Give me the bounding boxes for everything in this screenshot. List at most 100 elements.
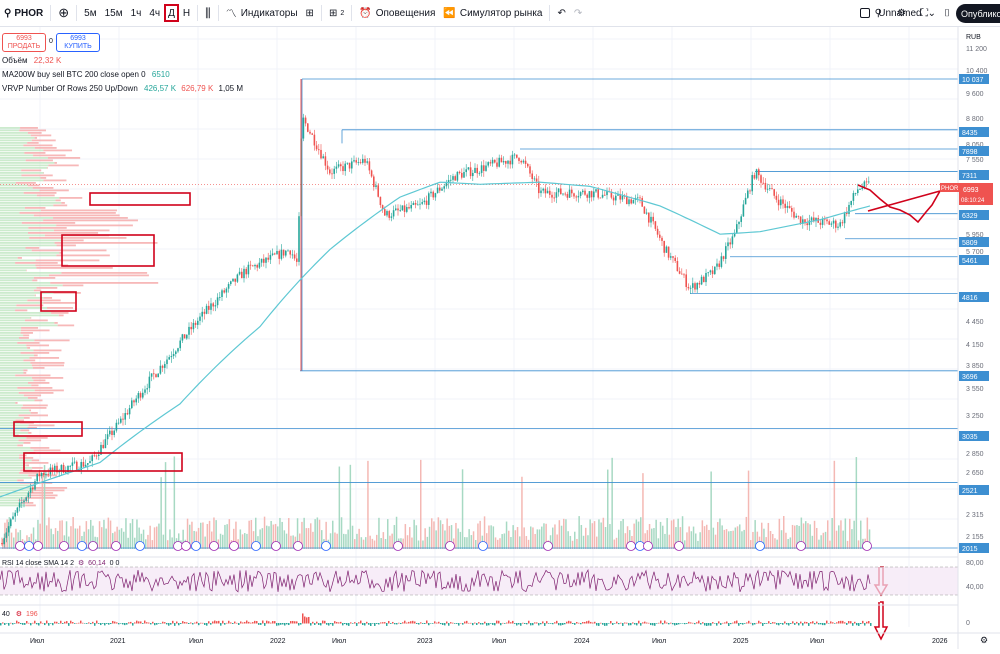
- oscillator-bar: [280, 623, 282, 625]
- oscillator-bar: [650, 623, 652, 625]
- volume-bar: [860, 521, 862, 549]
- volume-bar: [603, 518, 605, 549]
- oscillator-bar: [340, 622, 342, 624]
- volume-bar: [55, 528, 57, 549]
- level-price-label: 4816: [962, 295, 978, 302]
- indicators-button[interactable]: 〽 Индикаторы: [222, 2, 302, 24]
- vrvp-up-bar: [0, 247, 26, 249]
- oscillator-bar: [620, 623, 622, 624]
- oscillator-bar: [414, 621, 416, 623]
- vrvp-down-bar: [27, 142, 38, 144]
- timeframe-15m[interactable]: 15м: [101, 2, 127, 24]
- volume-bar: [807, 523, 809, 549]
- volume-bar: [262, 528, 264, 549]
- vrvp-up-bar: [0, 207, 25, 209]
- alerts-button[interactable]: ⏰ Оповещения: [355, 2, 439, 24]
- candle-body: [833, 221, 835, 224]
- price-scale[interactable]: RUB11 20010 4009 6008 8008 0507 5506 550…: [940, 27, 1000, 649]
- price-tick-label: 9 600: [966, 91, 984, 98]
- oscillator-bar: [336, 622, 338, 624]
- volume-bar: [103, 520, 105, 549]
- time-tick-label: 2024: [574, 638, 590, 645]
- oscillator-bar: [184, 622, 186, 624]
- timeframe-week[interactable]: Н: [179, 2, 194, 24]
- vrvp-up-bar: [0, 342, 17, 344]
- volume-legend[interactable]: Объём 22,32 K: [2, 56, 61, 65]
- rsi-legend[interactable]: RSI 14 close SMA 14 2 ⚙ 60,14 0 0: [2, 559, 119, 567]
- quick-search-button[interactable]: ⚲: [871, 2, 886, 24]
- fullscreen-button[interactable]: ⛶: [917, 2, 932, 24]
- vrvp-up-bar: [0, 242, 55, 244]
- publish-button[interactable]: Опубликовать: [956, 4, 1000, 23]
- candle-body: [699, 283, 701, 285]
- vrvp-up-bar: [0, 185, 28, 187]
- chart-area[interactable]: RUB11 20010 4009 6008 8008 0507 5506 550…: [0, 27, 1000, 649]
- time-scale[interactable]: Июл2021Июл2022Июл2023Июл2024Июл2025Июл20…: [0, 633, 1000, 645]
- volume-bar: [378, 518, 380, 549]
- earnings-marker-icon: [627, 542, 636, 551]
- candle-body: [732, 236, 734, 244]
- oscillator-bar: [770, 623, 772, 624]
- buy-button[interactable]: 6993 КУПИТЬ: [56, 33, 100, 52]
- oscillator-bar: [660, 621, 662, 624]
- oscillator-bar: [368, 623, 370, 625]
- oscillator-bar: [570, 621, 572, 623]
- vrvp-legend[interactable]: VRVP Number Of Rows 250 Up/Down 426,57 K…: [2, 84, 243, 93]
- oscillator-bar: [760, 622, 762, 623]
- volume-bar: [499, 538, 501, 549]
- timeframe-day[interactable]: Д: [164, 4, 179, 22]
- time-scale-settings-icon: ⚙: [980, 635, 988, 645]
- timeframe-5m[interactable]: 5м: [80, 2, 100, 24]
- oscillator-bar: [354, 622, 356, 623]
- candle-body: [107, 434, 109, 439]
- symbol-search-button[interactable]: ⚲ PHOR: [0, 2, 47, 24]
- oscillator-legend[interactable]: 40 ⚙ 196: [2, 610, 38, 618]
- oscillator-bar: [652, 623, 654, 625]
- chart-type-button[interactable]: ⫼: [201, 2, 215, 24]
- oscillator-bar: [116, 622, 118, 623]
- oscillator-bar: [704, 623, 706, 625]
- ma-legend[interactable]: MA200W buy sell BTC 200 close open 0 651…: [2, 70, 170, 79]
- vrvp-up-bar: [0, 442, 24, 444]
- vrvp-up-bar: [0, 460, 32, 462]
- candle-body: [307, 123, 309, 131]
- oscillator-bar: [212, 621, 214, 623]
- layouts-button[interactable]: ⊞ 2: [325, 2, 348, 24]
- oscillator-bar: [716, 623, 718, 626]
- price-tick-label: 2 650: [966, 470, 984, 477]
- vrvp-down-bar: [26, 345, 49, 347]
- snapshot-button[interactable]: ⌷: [940, 2, 954, 24]
- oscillator-bar: [42, 623, 44, 624]
- timeframe-4h[interactable]: 4ч: [145, 2, 164, 24]
- vrvp-up-bar: [0, 165, 48, 167]
- templates-button[interactable]: ⊞: [302, 2, 318, 24]
- oscillator-bar: [864, 623, 866, 626]
- vrvp-up-bar: [0, 222, 22, 224]
- chart-canvas[interactable]: RUB11 20010 4009 6008 8008 0507 5506 550…: [0, 27, 1000, 649]
- compare-button[interactable]: ⊕: [54, 2, 73, 24]
- timeframe-1h[interactable]: 1ч: [127, 2, 146, 24]
- candle-body: [331, 173, 333, 174]
- candle-body: [250, 265, 252, 266]
- oscillator-bar: [6, 623, 8, 624]
- sell-button[interactable]: 6993 ПРОДАТЬ: [2, 33, 46, 52]
- redo-button[interactable]: ↷: [570, 2, 586, 24]
- vrvp-down-bar: [33, 367, 45, 369]
- candle-body: [228, 284, 230, 289]
- oscillator-bar: [752, 623, 754, 625]
- oscillator-bar: [296, 621, 298, 623]
- oscillator-bar: [244, 622, 246, 624]
- vrvp-down-bar: [57, 245, 76, 247]
- oscillator-bar: [586, 621, 588, 623]
- volume-bar: [785, 533, 787, 549]
- settings-button[interactable]: ⚙: [893, 2, 910, 24]
- oscillator-bar: [854, 622, 856, 624]
- undo-button[interactable]: ↶: [553, 2, 569, 24]
- oscillator-bar: [344, 623, 346, 624]
- replay-button[interactable]: ⏪ Симулятор рынка: [439, 2, 546, 24]
- volume-bar: [708, 530, 710, 549]
- oscillator-bar: [108, 623, 110, 625]
- oscillator-bar: [444, 623, 446, 625]
- oscillator-bar: [38, 623, 40, 625]
- oscillator-bar: [196, 622, 198, 624]
